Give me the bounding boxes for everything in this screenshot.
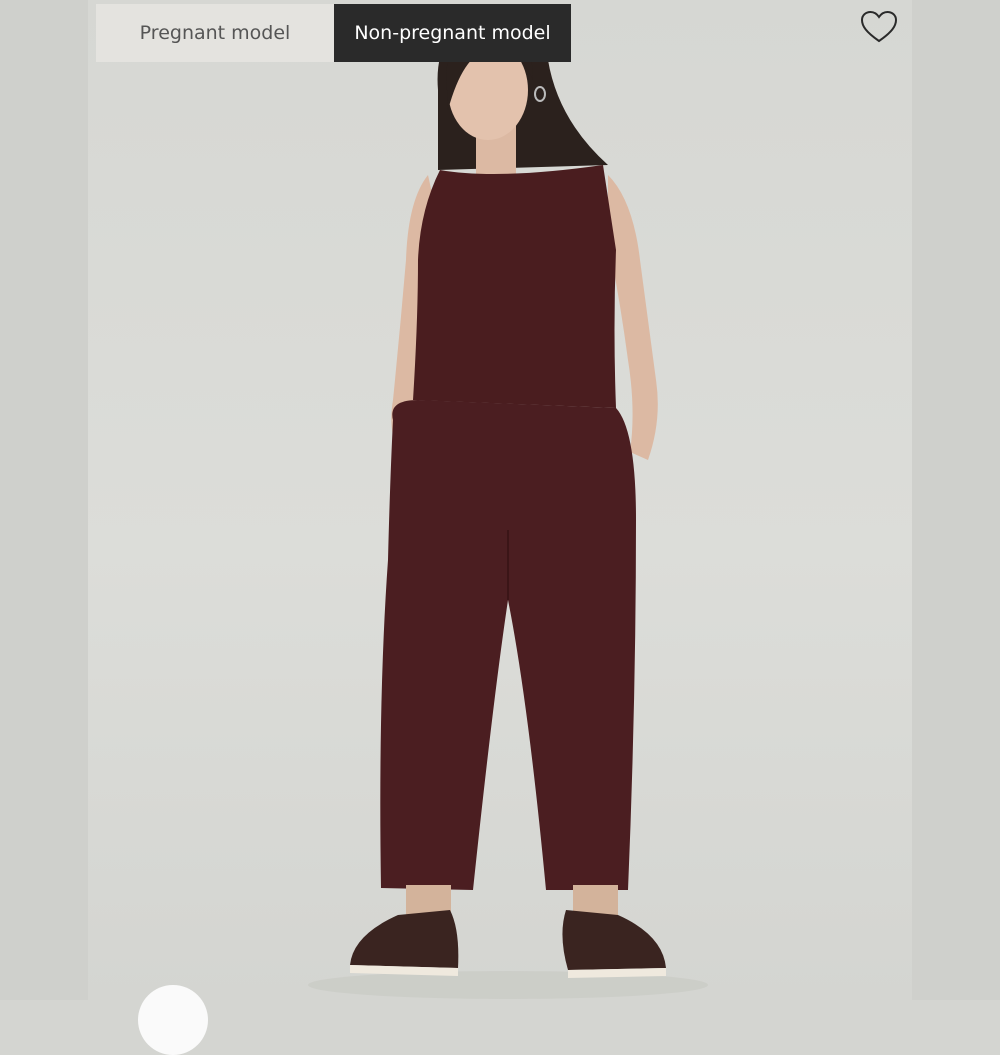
page-margin-right	[912, 0, 1000, 1000]
heart-outline-icon	[860, 10, 898, 43]
carousel-indicator[interactable]	[138, 985, 208, 1055]
favorite-button[interactable]	[858, 6, 900, 48]
pregnant-model-button[interactable]: Pregnant model	[96, 4, 334, 62]
model-illustration	[308, 8, 708, 999]
page-margin-left	[0, 0, 88, 1000]
model-toggle: Pregnant model Non-pregnant model	[96, 4, 571, 62]
product-photo	[88, 0, 912, 1000]
non-pregnant-model-button[interactable]: Non-pregnant model	[334, 4, 571, 62]
